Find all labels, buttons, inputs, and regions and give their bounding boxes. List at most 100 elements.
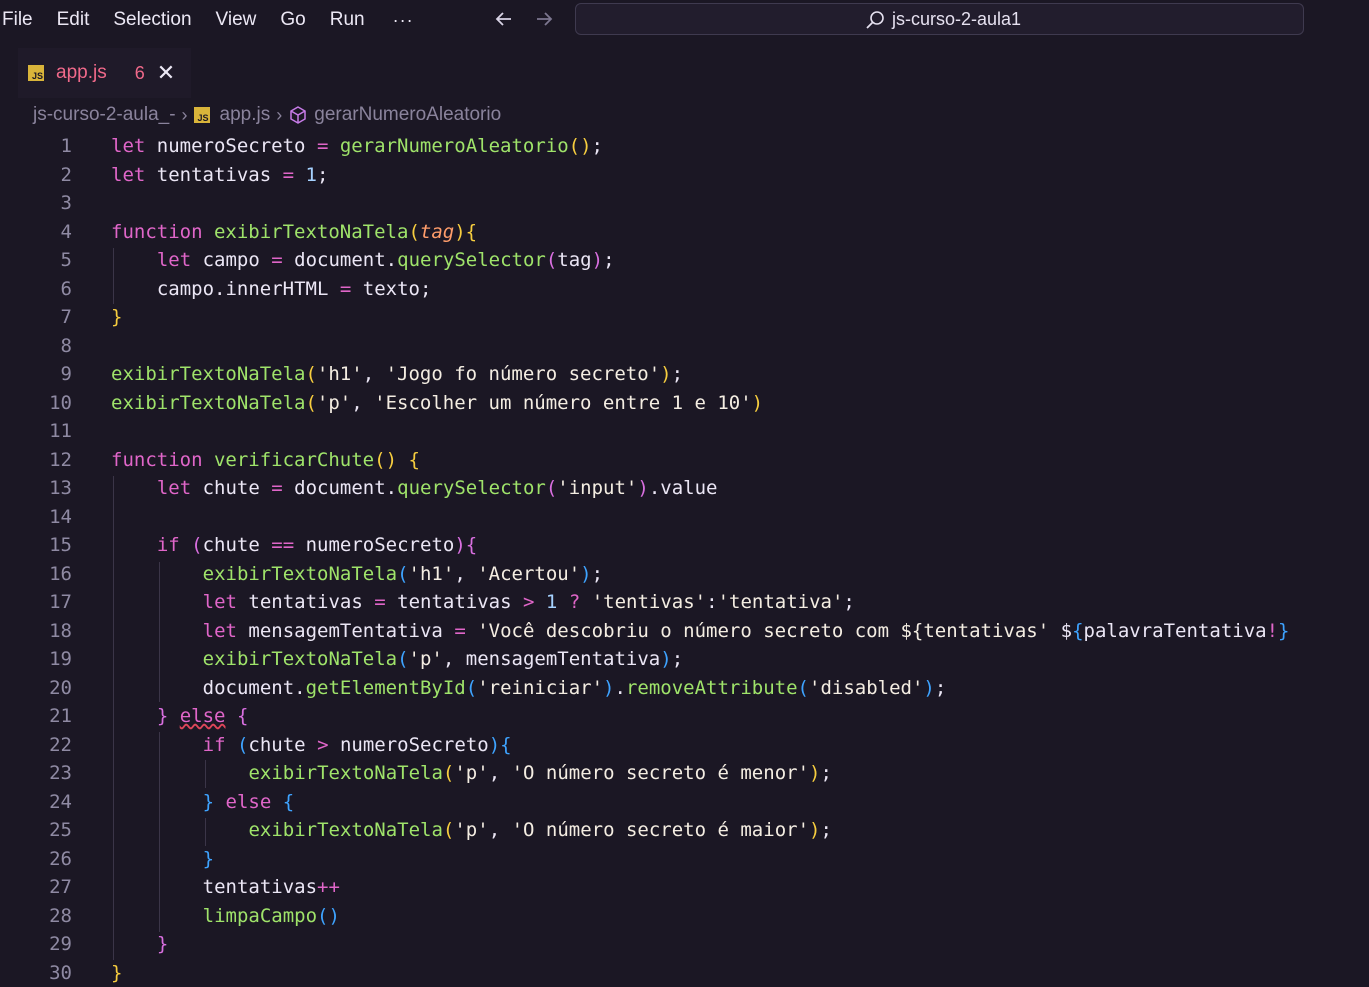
search-text: js-curso-2-aula1 (892, 9, 1022, 29)
code-line[interactable]: 1 let numeroSecreto = gerarNumeroAleatori… (0, 132, 1369, 160)
symbol-method-icon (290, 106, 306, 124)
code-text: let mensagemTentativa = 'Você descobriu … (202, 619, 1290, 642)
line-number: 19 (49, 648, 72, 670)
line-number: 1 (60, 135, 72, 157)
code-line[interactable]: 23 exibirTextoNaTela('p', 'O número secr… (0, 759, 1369, 787)
line-number: 16 (49, 562, 72, 585)
code-text: let numeroSecreto = gerarNumeroAleatorio… (111, 135, 603, 157)
line-number: 26 (49, 847, 72, 870)
code-text: exibirTextoNaTela('p', mensagemTentativa… (202, 648, 684, 670)
line-number: 3 (60, 192, 72, 214)
code-line[interactable]: 19 exibirTextoNaTela('p', mensagemTentat… (0, 645, 1369, 673)
problems-count-badge: 6 (134, 62, 145, 83)
menu-bar: File Edit Selection View Go Run ··· (0, 0, 414, 40)
code-text: function exibirTextoNaTela(tag){ (111, 220, 478, 243)
line-number: 20 (49, 676, 72, 699)
code-line[interactable]: 14 (0, 503, 1369, 531)
line-number: 27 (49, 876, 72, 898)
menu-view[interactable]: View (216, 9, 257, 31)
line-number: 8 (60, 334, 72, 357)
code-line[interactable]: 6 campo.innerHTML = texto; (0, 275, 1369, 303)
code-text: exibirTextoNaTela('h1', 'Acertou'); (202, 562, 604, 585)
code-line[interactable]: 3 (0, 189, 1369, 217)
code-text: let campo = document.querySelector(tag); (156, 249, 615, 271)
code-line[interactable]: 4 function exibirTextoNaTela(tag){ (0, 218, 1369, 246)
code-line[interactable]: 12 function verificarChute() { (0, 446, 1369, 474)
title-bar: File Edit Selection View Go Run ··· js-c… (0, 0, 1369, 40)
code-editor[interactable]: 1 let numeroSecreto = gerarNumeroAleatori… (0, 132, 1369, 986)
code-line[interactable]: 18 let mensagemTentativa = 'Você descobr… (0, 617, 1369, 645)
code-line[interactable]: 22 if (chute > numeroSecreto){ (0, 731, 1369, 759)
code-line[interactable]: 9 exibirTextoNaTela('h1', 'Jogo fo número… (0, 360, 1369, 388)
code-line[interactable]: 26 } (0, 845, 1369, 873)
code-line[interactable]: 17 let tentativas = tentativas > 1 ? 'te… (0, 588, 1369, 616)
code-line[interactable]: 10 exibirTextoNaTela('p', 'Escolher um nú… (0, 389, 1369, 417)
code-line[interactable]: 29 } (0, 930, 1369, 958)
code-text: campo.innerHTML = texto; (156, 277, 432, 300)
search-icon (866, 10, 884, 29)
code-line[interactable]: 25 exibirTextoNaTela('p', 'O número secr… (0, 816, 1369, 844)
code-text: if (chute == numeroSecreto){ (156, 534, 478, 556)
code-text: } (111, 961, 123, 984)
line-number: 30 (49, 961, 72, 984)
line-number: 23 (49, 762, 72, 784)
tab-label: app.js (56, 62, 107, 83)
code-text: let tentativas = tentativas > 1 ? 'tenti… (202, 591, 855, 613)
code-line[interactable]: 8 (0, 332, 1369, 360)
breadcrumb-symbol[interactable]: gerarNumeroAleatorio (314, 104, 501, 126)
code-line[interactable]: 13 let chute = document.querySelector('i… (0, 474, 1369, 502)
breadcrumb-folder[interactable]: js-curso-2-aula_- (33, 104, 176, 126)
code-line[interactable]: 5 let campo = document.querySelector(tag… (0, 246, 1369, 274)
code-text: limpaCampo() (202, 904, 340, 927)
line-number: 18 (49, 619, 72, 642)
code-line[interactable]: 20 document.getElementById('reiniciar').… (0, 674, 1369, 702)
line-number: 13 (49, 477, 72, 499)
code-text: exibirTextoNaTela('p', 'O número secreto… (248, 819, 832, 841)
code-text: exibirTextoNaTela('p', 'Escolher um núme… (111, 391, 764, 414)
tab-app-js[interactable]: JS app.js 6 ✕ (18, 48, 191, 98)
line-number: 22 (49, 733, 72, 756)
code-line[interactable]: 11 (0, 417, 1369, 445)
menu-selection[interactable]: Selection (113, 9, 191, 31)
code-text: } (202, 847, 215, 870)
arrow-left-icon[interactable] (493, 8, 515, 36)
line-number: 6 (60, 277, 72, 300)
menu-edit[interactable]: Edit (57, 9, 90, 31)
line-number: 4 (60, 220, 72, 243)
close-icon[interactable]: ✕ (157, 60, 175, 86)
code-line[interactable]: 27 tentativas++ (0, 873, 1369, 901)
code-text: exibirTextoNaTela('p', 'O número secreto… (248, 762, 832, 784)
code-text: } else { (156, 705, 249, 727)
menu-run[interactable]: Run (330, 9, 365, 31)
line-number: 29 (49, 933, 72, 955)
js-file-icon: JS (193, 107, 210, 123)
arrow-right-icon[interactable] (533, 8, 555, 36)
code-text: document.getElementById('reiniciar').rem… (202, 676, 947, 699)
line-number: 5 (60, 249, 72, 271)
breadcrumb: js-curso-2-aula_- › JS app.js › gerarNum… (0, 98, 1369, 132)
code-line[interactable]: 28 limpaCampo() (0, 902, 1369, 930)
command-center-search[interactable]: js-curso-2-aula1 (575, 3, 1304, 35)
code-line[interactable]: 15 if (chute == numeroSecreto){ (0, 531, 1369, 559)
menu-go[interactable]: Go (280, 9, 305, 31)
line-number: 12 (49, 448, 72, 471)
code-line[interactable]: 21 } else { (0, 702, 1369, 730)
code-text: } (156, 933, 169, 955)
js-file-icon: JS (28, 65, 44, 81)
breadcrumb-file[interactable]: app.js (220, 104, 271, 126)
code-line[interactable]: 16 exibirTextoNaTela('h1', 'Acertou'); (0, 560, 1369, 588)
menu-file[interactable]: File (2, 9, 33, 31)
code-line[interactable]: 24 } else { (0, 788, 1369, 816)
line-number: 21 (49, 705, 72, 727)
code-line[interactable]: 30} (0, 959, 1369, 987)
editor-tab-bar: JS app.js 6 ✕ (0, 40, 1369, 98)
code-line[interactable]: 2 let tentativas = 1; (0, 161, 1369, 189)
line-number: 17 (49, 591, 72, 613)
code-text: if (chute > numeroSecreto){ (202, 733, 512, 756)
line-number: 14 (49, 505, 72, 528)
code-text: let tentativas = 1; (111, 163, 329, 186)
line-number: 11 (49, 420, 72, 442)
line-number: 24 (49, 790, 72, 813)
code-line[interactable]: 7} (0, 303, 1369, 331)
more-menu-button[interactable]: ··· (393, 10, 414, 31)
